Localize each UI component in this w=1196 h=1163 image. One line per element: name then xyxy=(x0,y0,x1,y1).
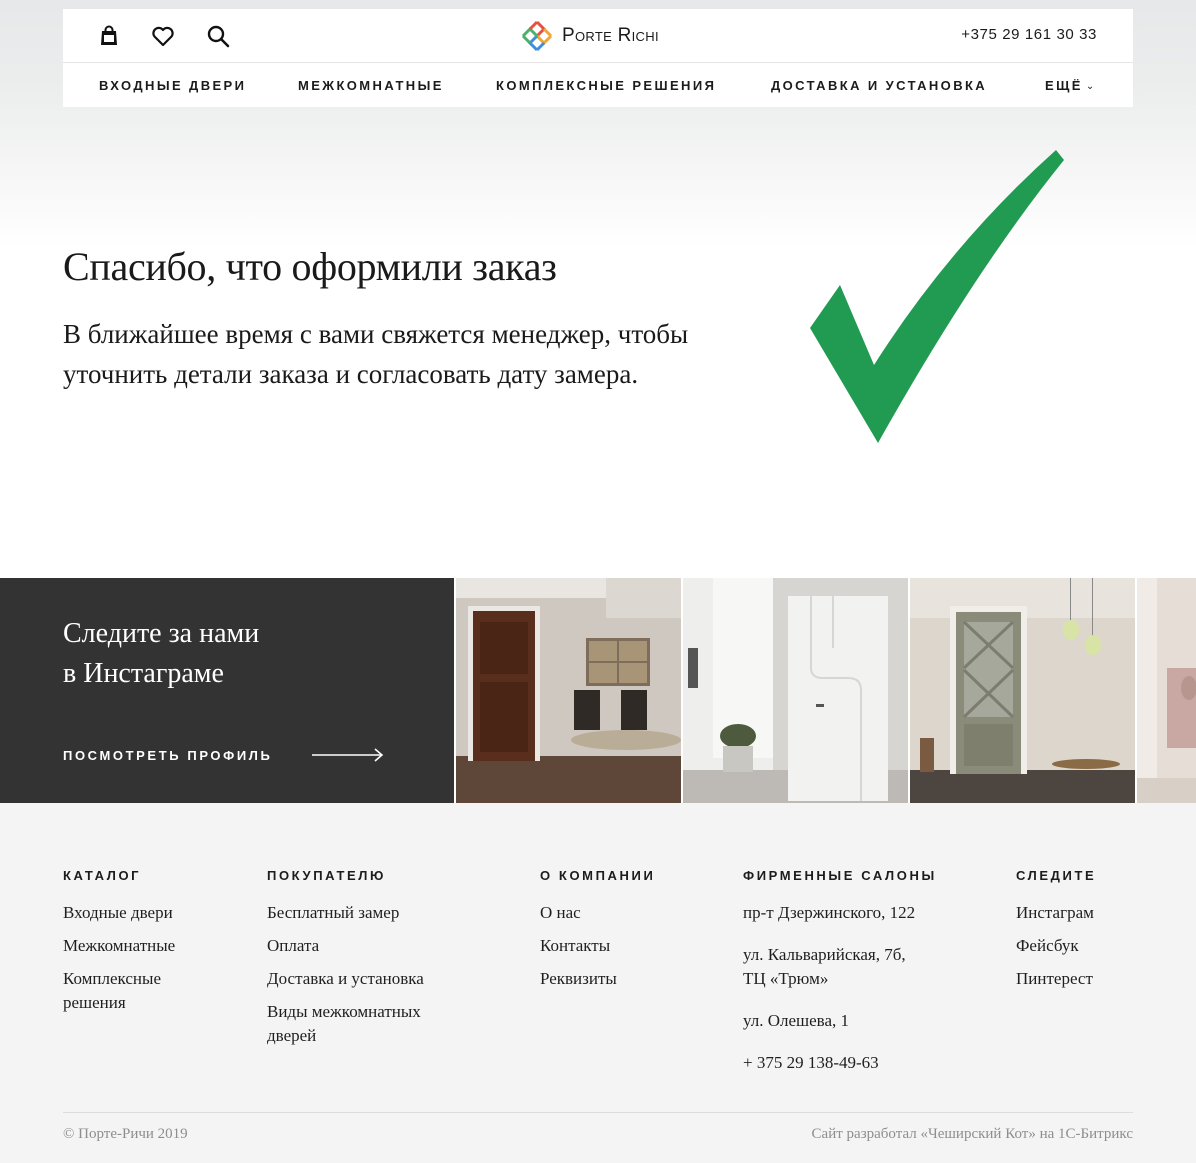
nav-item-interior-doors[interactable]: МЕЖКОМНАТНЫЕ xyxy=(298,78,444,93)
footer-link-door-types[interactable]: Виды межкомнатных дверей xyxy=(267,1000,447,1048)
footer-link-contacts[interactable]: Контакты xyxy=(540,934,710,958)
footer-link-payment[interactable]: Оплата xyxy=(267,934,487,958)
footer-link-interior-doors[interactable]: Межкомнатные xyxy=(63,934,223,958)
nav-more-label: ЕЩЁ xyxy=(1045,78,1083,93)
footer-heading-catalog: КАТАЛОГ xyxy=(63,868,142,883)
copyright: © Порте-Ричи 2019 xyxy=(63,1126,188,1142)
footer-divider xyxy=(63,1112,1133,1113)
footer-follow: СЛЕДИТЕ Инстаграм Фейсбук Пинтерест xyxy=(1016,868,1136,1000)
hero-message: В ближайшее время с вами свяжется менедж… xyxy=(63,319,689,389)
site-header: Porte Richi +375 29 161 30 33 ВХОДНЫЕ ДВ… xyxy=(63,9,1133,107)
salon-phone[interactable]: + 375 29 138-49-63 xyxy=(743,1051,958,1075)
footer-link-free-measure[interactable]: Бесплатный замер xyxy=(267,901,487,925)
footer-catalog: КАТАЛОГ Входные двери Межкомнатные Компл… xyxy=(63,868,223,1024)
nav-item-more[interactable]: ЕЩЁ ⌄ xyxy=(1045,78,1097,93)
main-nav: ВХОДНЫЕ ДВЕРИ МЕЖКОМНАТНЫЕ КОМПЛЕКСНЫЕ Р… xyxy=(63,63,1133,107)
nav-item-entrance-doors[interactable]: ВХОДНЫЕ ДВЕРИ xyxy=(99,78,246,93)
footer-link-facebook[interactable]: Фейсбук xyxy=(1016,934,1136,958)
instagram-photo-3[interactable] xyxy=(910,578,1135,803)
header-top-bar: Porte Richi +375 29 161 30 33 xyxy=(63,9,1133,63)
footer-link-pinterest[interactable]: Пинтерест xyxy=(1016,967,1136,991)
instagram-photo-2[interactable] xyxy=(683,578,908,803)
view-profile-link[interactable]: ПОСМОТРЕТЬ ПРОФИЛЬ xyxy=(63,748,272,763)
arrow-right-icon[interactable] xyxy=(312,748,384,762)
nav-item-delivery[interactable]: ДОСТАВКА И УСТАНОВКА xyxy=(771,78,987,93)
instagram-section: Следите за нами в Инстаграме ПОСМОТРЕТЬ … xyxy=(0,578,1196,803)
footer-heading-follow: СЛЕДИТЕ xyxy=(1016,868,1097,883)
instagram-photo-4[interactable] xyxy=(1137,578,1196,803)
checkmark-icon xyxy=(810,150,1064,443)
instagram-panel: Следите за нами в Инстаграме ПОСМОТРЕТЬ … xyxy=(0,578,454,803)
search-icon[interactable] xyxy=(205,23,231,49)
chevron-down-icon: ⌄ xyxy=(1085,81,1097,92)
developer-credit[interactable]: Сайт разработал «Чеширский Кот» на 1С-Би… xyxy=(812,1126,1133,1143)
salon-address-2: ул. Кальварийская, 7б, ТЦ «Трюм» xyxy=(743,945,906,988)
instagram-title: Следите за нами в Инстаграме xyxy=(63,614,383,694)
footer-buyer: ПОКУПАТЕЛЮ Бесплатный замер Оплата Доста… xyxy=(267,868,487,1057)
brand-name: Porte Richi xyxy=(562,25,659,46)
footer-heading-buyer: ПОКУПАТЕЛЮ xyxy=(267,868,387,883)
footer-link-delivery[interactable]: Доставка и установка xyxy=(267,967,487,991)
footer-salons: ФИРМЕННЫЕ САЛОНЫ пр-т Дзержинского, 122 … xyxy=(743,868,958,1093)
footer-link-requisites[interactable]: Реквизиты xyxy=(540,967,710,991)
header-phone[interactable]: +375 29 161 30 33 xyxy=(961,26,1097,43)
footer-company: О КОМПАНИИ О нас Контакты Реквизиты xyxy=(540,868,710,1000)
footer-link-about[interactable]: О нас xyxy=(540,901,710,925)
instagram-title-line-1: Следите за нами xyxy=(63,618,260,649)
footer-link-entrance-doors[interactable]: Входные двери xyxy=(63,901,223,925)
instagram-photo-1[interactable] xyxy=(456,578,681,803)
logo-mark-icon xyxy=(521,20,553,52)
footer-link-complex-solutions[interactable]: Комплексные решения xyxy=(63,967,223,1015)
site-footer: КАТАЛОГ Входные двери Межкомнатные Компл… xyxy=(0,803,1196,1163)
footer-heading-salons: ФИРМЕННЫЕ САЛОНЫ xyxy=(743,868,937,883)
salon-address-1: пр-т Дзержинского, 122 xyxy=(743,903,916,922)
heart-icon[interactable] xyxy=(150,23,176,49)
salon-address-3: ул. Олешева, 1 xyxy=(743,1011,850,1030)
page-title: Спасибо, что оформили заказ xyxy=(63,244,557,289)
footer-heading-company: О КОМПАНИИ xyxy=(540,868,656,883)
nav-item-complex-solutions[interactable]: КОМПЛЕКСНЫЕ РЕШЕНИЯ xyxy=(496,78,716,93)
bag-icon[interactable] xyxy=(96,23,122,49)
instagram-title-line-2: в Инстаграме xyxy=(63,658,224,689)
brand-logo[interactable]: Porte Richi xyxy=(520,18,659,54)
footer-link-instagram[interactable]: Инстаграм xyxy=(1016,901,1136,925)
